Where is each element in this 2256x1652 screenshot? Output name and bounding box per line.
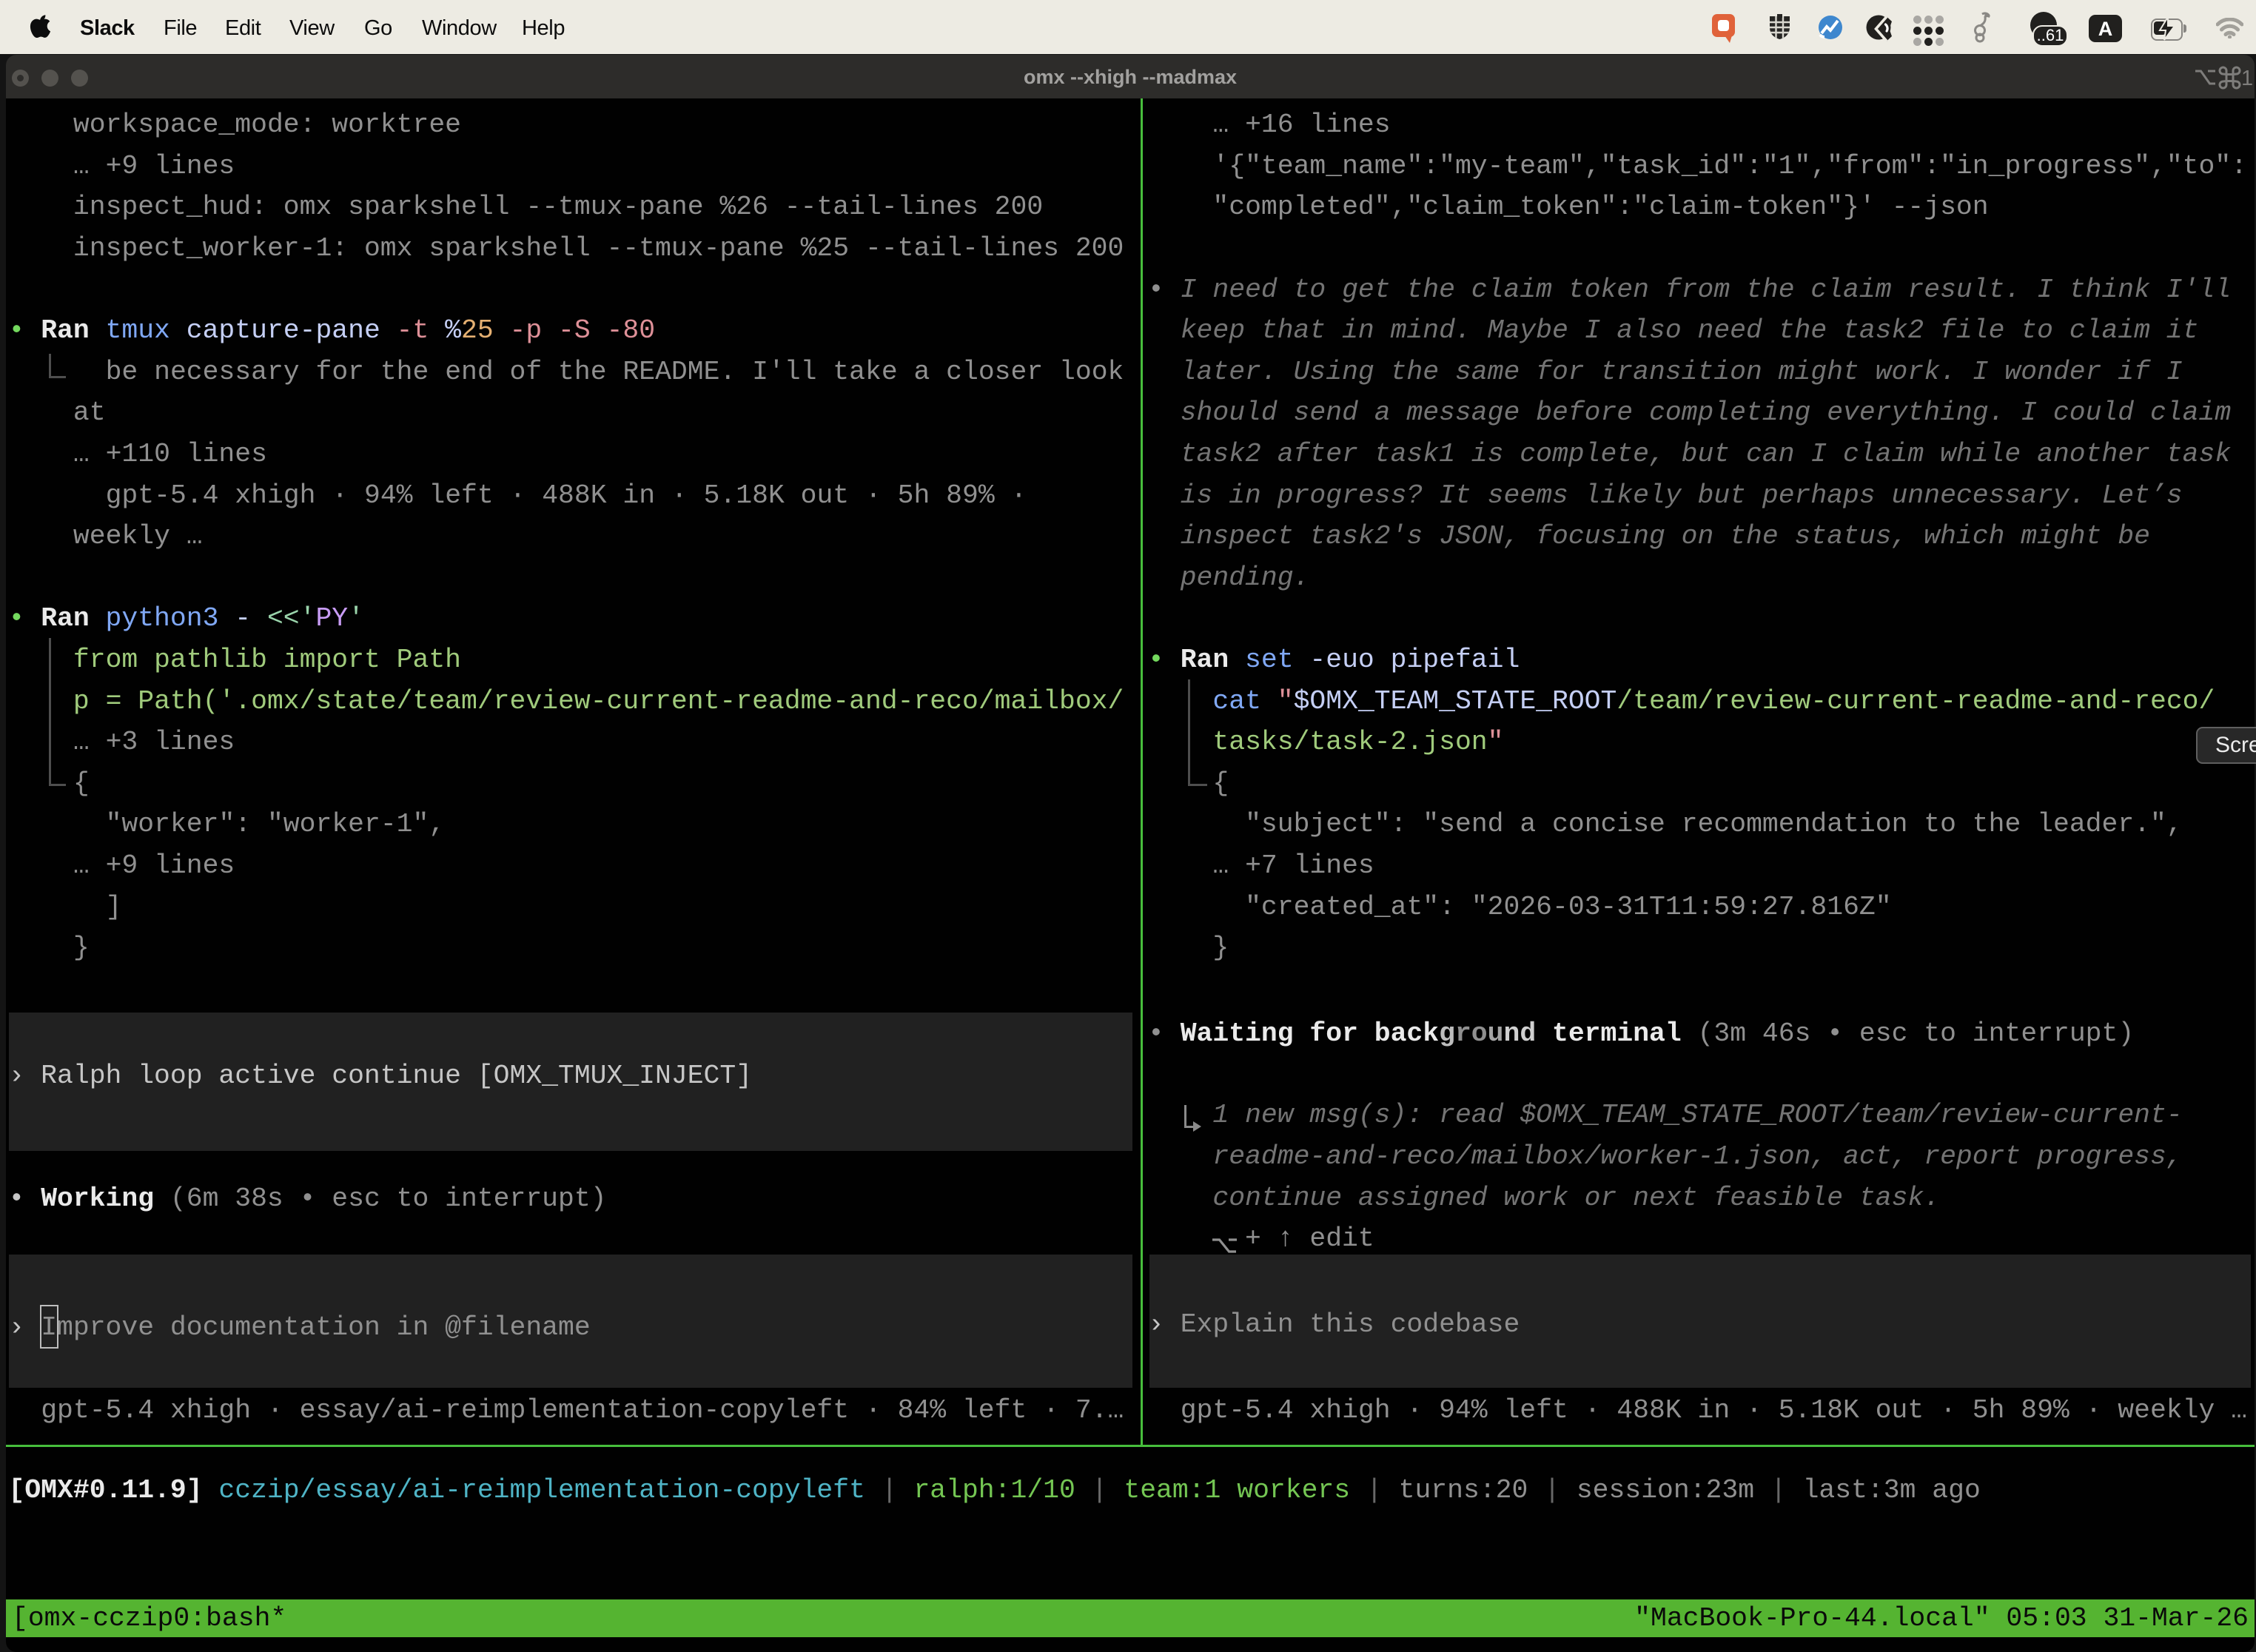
svg-text:1: 1 [2241, 67, 2253, 90]
